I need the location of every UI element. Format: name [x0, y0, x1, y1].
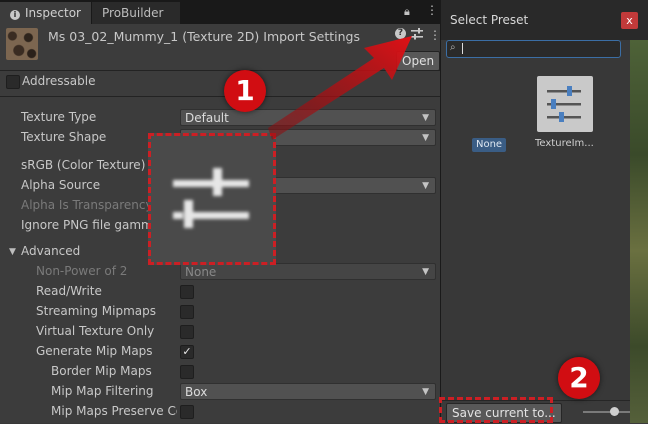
save-button-highlight [439, 397, 553, 423]
callout-step-1: 1 [224, 70, 266, 112]
callout-step-2: 2 [558, 357, 600, 399]
callout-arrow [268, 36, 412, 140]
